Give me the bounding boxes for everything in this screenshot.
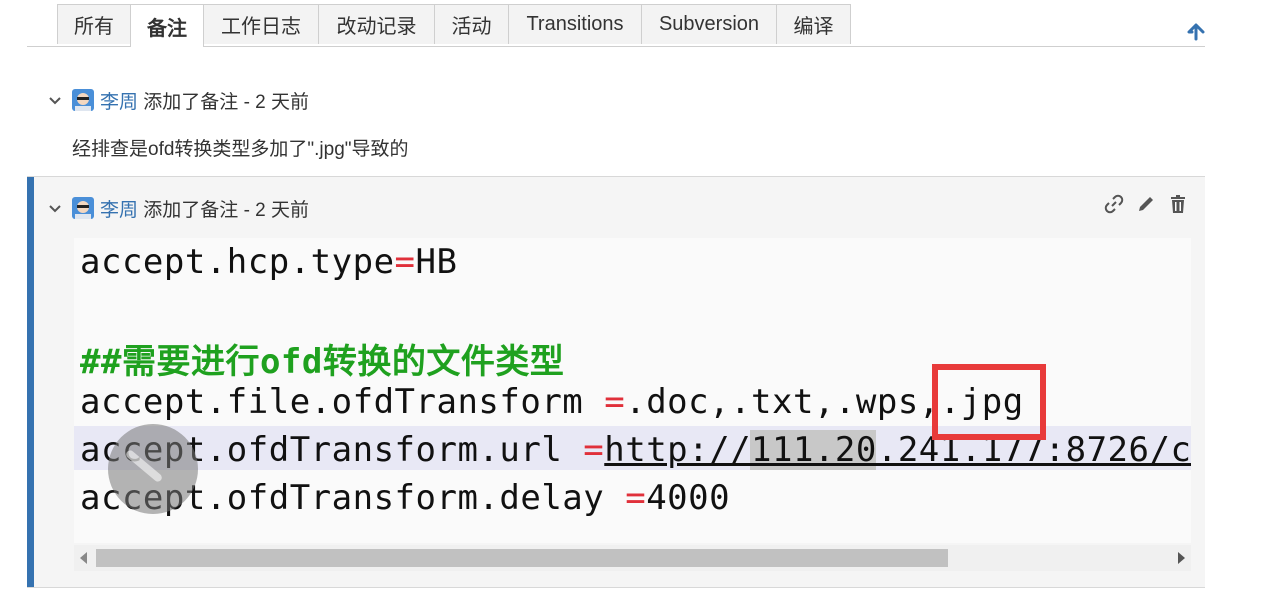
activity-tabs: 所有 备注 工作日志 改动记录 活动 Transitions Subversio… [27, 0, 1205, 47]
chevron-down-icon[interactable] [48, 201, 62, 215]
comment-body: 经排查是ofd转换类型多加了".jpg"导致的 [72, 139, 409, 160]
scroll-right-arrow-icon[interactable] [1178, 552, 1185, 564]
tab-work-log[interactable]: 工作日志 [203, 4, 319, 44]
tab-comments[interactable]: 备注 [130, 4, 204, 47]
tab-label: Subversion [658, 13, 760, 35]
comment-actions [1103, 193, 1189, 215]
focus-indicator [27, 177, 34, 587]
tab-change-history[interactable]: 改动记录 [318, 4, 435, 44]
code-line: accept.file.ofdTransform =.doc,.txt,.wps… [80, 382, 1024, 422]
comment-header: 李周 添加了备注 - 2 天前 [48, 86, 309, 114]
chevron-down-icon[interactable] [48, 93, 62, 107]
arrow-up-icon[interactable] [1186, 22, 1206, 42]
tab-label: 所有 [74, 16, 114, 38]
tab-label: 活动 [451, 16, 492, 38]
comment-author[interactable]: 李周 [100, 87, 138, 114]
tab-build[interactable]: 编译 [776, 4, 851, 44]
comment-meta: 添加了备注 - 2 天前 [138, 199, 310, 221]
code-line: accept.hcp.type=HB [80, 242, 458, 282]
tab-activity[interactable]: 活动 [434, 4, 509, 44]
red-highlight-box [932, 364, 1046, 440]
embedded-config-screenshot: accept.hcp.type=HB ##需要进行ofd转换的文件类型 acce… [74, 238, 1191, 543]
user-avatar-icon[interactable] [72, 197, 94, 219]
horizontal-scrollbar[interactable] [74, 545, 1191, 571]
link-icon[interactable] [1103, 193, 1125, 215]
trash-icon[interactable] [1167, 193, 1189, 215]
comment-meta: 添加了备注 - 2 天前 [138, 91, 310, 113]
scrollbar-thumb[interactable] [96, 549, 948, 567]
tab-transitions[interactable]: Transitions [508, 4, 642, 44]
scroll-left-arrow-icon[interactable] [80, 552, 87, 564]
tab-label: Transitions [526, 13, 624, 35]
tab-subversion[interactable]: Subversion [641, 4, 777, 44]
comment-header: 李周 添加了备注 - 2 天前 [48, 194, 309, 222]
tab-label: 工作日志 [221, 16, 301, 38]
comment-author[interactable]: 李周 [100, 195, 138, 222]
tab-label: 编译 [793, 16, 834, 38]
tab-label: 改动记录 [336, 16, 417, 38]
pencil-icon[interactable] [1135, 193, 1157, 215]
user-avatar-icon[interactable] [72, 89, 94, 111]
tab-label: 备注 [147, 17, 187, 40]
code-comment-line: ##需要进行ofd转换的文件类型 [80, 342, 565, 382]
tab-all[interactable]: 所有 [57, 4, 131, 44]
